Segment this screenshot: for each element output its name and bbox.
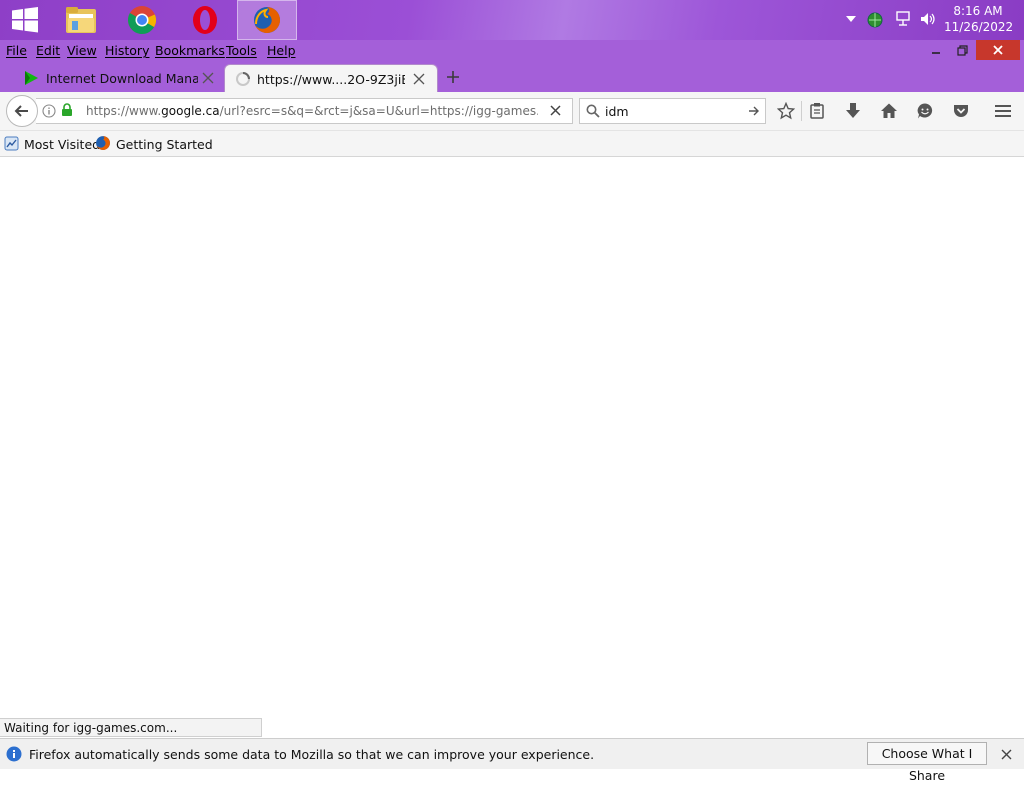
tab-close-icon[interactable] — [202, 72, 214, 84]
firefox-icon — [96, 136, 110, 150]
close-icon — [993, 45, 1003, 55]
data-reporting-notification: Firefox automatically sends some data to… — [0, 738, 1024, 783]
menu-bookmarks[interactable]: Bookmarks — [155, 43, 225, 58]
network-globe-icon[interactable] — [866, 11, 884, 29]
clipboard-list-icon — [810, 103, 824, 119]
tab-internet-download-manager[interactable]: Internet Download Manag... — [10, 64, 222, 92]
menu-view[interactable]: View — [67, 43, 97, 58]
opera-button[interactable] — [176, 1, 234, 39]
bookmark-star-button[interactable] — [776, 101, 796, 121]
bookmark-getting-started[interactable]: Getting Started — [116, 137, 213, 152]
search-go-arrow-icon[interactable] — [748, 105, 760, 117]
menu-tools[interactable]: Tools — [226, 43, 257, 58]
bookmarks-toolbar: Most Visited Getting Started — [0, 131, 1024, 157]
system-tray: 8:16 AM 11/26/2022 — [824, 0, 1024, 40]
toolbar-separator — [801, 101, 802, 121]
opera-icon — [193, 6, 217, 34]
chrome-button[interactable] — [113, 1, 171, 39]
idm-arrow-icon — [25, 71, 38, 85]
back-arrow-icon — [14, 105, 28, 117]
file-explorer-button[interactable] — [52, 1, 110, 39]
open-menu-button[interactable] — [993, 101, 1013, 121]
info-circle-icon — [6, 746, 22, 762]
choose-what-i-share-button[interactable]: Choose What I Share — [867, 742, 987, 783]
window-close-button[interactable] — [976, 40, 1020, 60]
search-icon — [586, 104, 600, 118]
firefox-taskbar-button[interactable] — [237, 0, 297, 40]
lock-icon[interactable] — [61, 103, 73, 117]
home-icon — [881, 103, 897, 118]
new-tab-icon[interactable] — [444, 68, 462, 86]
tab-title: Internet Download Manag... — [46, 70, 198, 86]
home-button[interactable] — [879, 101, 899, 121]
taskbar: 8:16 AM 11/26/2022 — [0, 0, 1024, 40]
url-rest: /url?esrc=s&q=&rct=j&sa=U&url=https://ig… — [219, 104, 538, 118]
url-text[interactable]: https://www.google.ca/url?esrc=s&q=&rct=… — [86, 104, 538, 118]
clock-time: 8:16 AM — [953, 4, 1003, 18]
chevron-up-icon[interactable] — [846, 16, 856, 23]
url-domain: google.ca — [161, 104, 220, 118]
menu-bar: File Edit View History Bookmarks Tools H… — [0, 40, 1024, 62]
clock-date: 11/26/2022 — [944, 20, 1014, 34]
restore-button[interactable] — [950, 40, 974, 60]
chrome-icon — [128, 6, 157, 35]
status-panel: Waiting for igg-games.com... — [0, 718, 262, 737]
clock[interactable]: 8:16 AM 11/26/2022 — [944, 3, 1014, 35]
start-button[interactable] — [0, 1, 50, 39]
tab-close-icon[interactable] — [413, 73, 425, 85]
pocket-icon — [954, 105, 968, 117]
back-button[interactable] — [6, 95, 38, 127]
tab-active-google-redirect[interactable]: https://www....2O-9Z3jiBh3 — [224, 64, 438, 93]
star-icon — [777, 102, 795, 120]
loading-spinner-icon — [236, 72, 250, 86]
bookmark-most-visited[interactable]: Most Visited — [24, 137, 100, 152]
notification-close-icon[interactable] — [1001, 749, 1012, 760]
minimize-button[interactable] — [924, 40, 948, 60]
navigation-toolbar: https://www.google.ca/url?esrc=s&q=&rct=… — [0, 92, 1024, 131]
menu-help[interactable]: Help — [267, 43, 296, 58]
menu-file[interactable]: File — [6, 43, 27, 58]
restore-icon — [956, 44, 968, 56]
tab-title: https://www....2O-9Z3jiBh3 — [257, 71, 405, 87]
windows-logo-icon — [12, 7, 38, 33]
menu-edit[interactable]: Edit — [36, 43, 60, 58]
bookmarks-menu-button[interactable] — [807, 101, 827, 121]
notification-text: Firefox automatically sends some data to… — [29, 747, 595, 762]
url-prefix: https://www. — [86, 104, 162, 118]
hamburger-menu-icon — [995, 105, 1011, 117]
search-input[interactable]: idm — [605, 104, 629, 119]
page-content[interactable] — [0, 157, 1024, 738]
menu-history[interactable]: History — [105, 43, 149, 58]
hello-button[interactable] — [915, 101, 935, 121]
url-bar[interactable]: https://www.google.ca/url?esrc=s&q=&rct=… — [36, 98, 573, 124]
pocket-button[interactable] — [951, 101, 971, 121]
search-bar[interactable]: idm — [579, 98, 766, 124]
downloads-button[interactable] — [843, 101, 863, 121]
info-icon[interactable] — [42, 104, 56, 118]
stop-loading-icon[interactable] — [550, 105, 561, 116]
network-icon[interactable] — [896, 11, 912, 27]
firefox-icon — [254, 7, 280, 33]
volume-icon[interactable] — [920, 11, 936, 27]
download-arrow-icon — [846, 103, 860, 118]
minimize-icon — [932, 52, 940, 54]
folder-icon — [66, 7, 96, 33]
most-visited-folder-icon — [4, 136, 19, 151]
smiley-chat-icon — [917, 103, 933, 119]
